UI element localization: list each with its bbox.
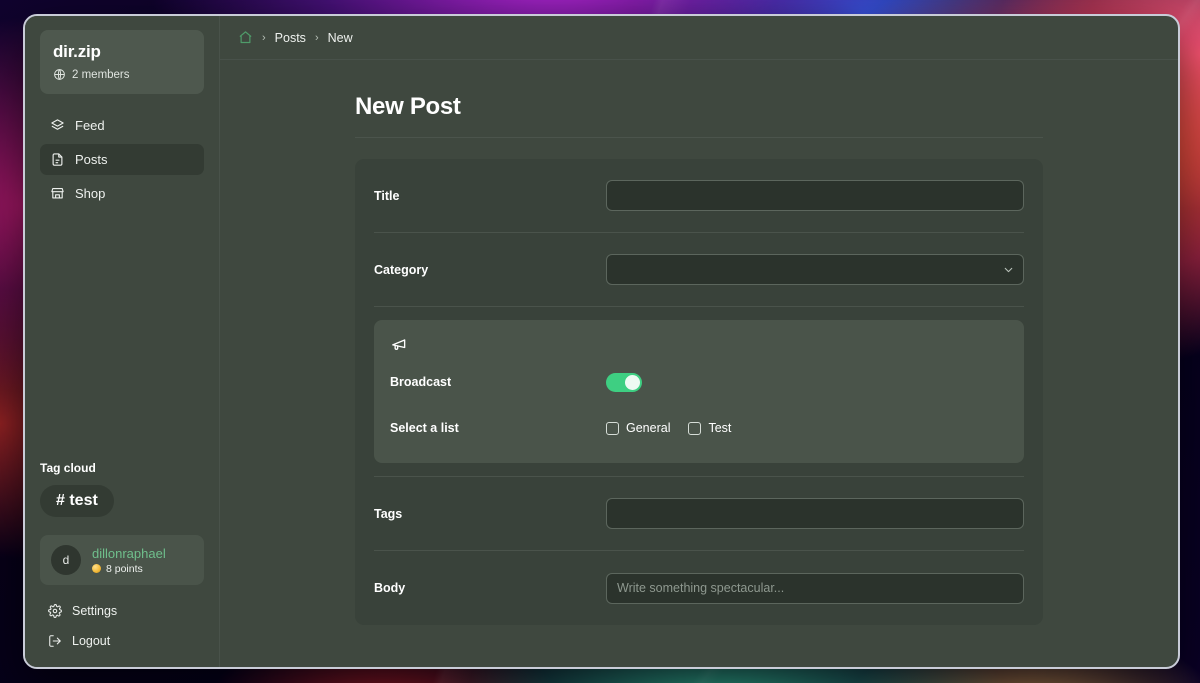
user-points-label: 8 points (106, 562, 143, 575)
sidebar-item-shop[interactable]: Shop (40, 178, 204, 209)
category-select[interactable] (606, 254, 1024, 285)
user-card[interactable]: d dillonraphael 8 points (40, 535, 204, 585)
org-members: 2 members (53, 68, 191, 81)
sidebar-footer: Settings Logout (40, 599, 204, 653)
category-select-wrap (606, 254, 1024, 285)
form-row-category: Category (374, 233, 1024, 307)
document-icon (50, 152, 65, 167)
sidebar: dir.zip 2 members Feed Posts Shop Tag cl… (25, 16, 220, 667)
tags-label: Tags (374, 506, 403, 521)
app-window: dir.zip 2 members Feed Posts Shop Tag cl… (23, 14, 1180, 669)
tags-control (606, 498, 1024, 529)
sidebar-item-label: Feed (75, 118, 105, 133)
org-name: dir.zip (53, 42, 101, 61)
checkbox-test[interactable]: Test (688, 421, 731, 435)
user-points: 8 points (92, 563, 166, 575)
content-scroll-area[interactable]: New Post Title Category Broadcast Select… (220, 60, 1178, 667)
sidebar-item-feed[interactable]: Feed (40, 110, 204, 141)
category-label: Category (374, 262, 429, 277)
breadcrumb-separator: › (314, 31, 319, 44)
sidebar-footer-label: Settings (72, 604, 118, 618)
title-label: Title (374, 188, 400, 203)
broadcast-label: Broadcast (390, 375, 452, 389)
body-label: Body (374, 581, 406, 595)
globe-icon (53, 68, 66, 81)
broadcast-toggle-control (606, 372, 1008, 392)
breadcrumb: › Posts › New (220, 16, 1178, 60)
select-list-label: Select a list (390, 421, 459, 435)
megaphone-icon (390, 336, 409, 355)
main-content: › Posts › New New Post Title Category Br… (220, 16, 1178, 667)
form-row-broadcast: Broadcast Select a list General Test (374, 307, 1024, 477)
logout-icon (48, 634, 62, 648)
broadcast-panel: Broadcast Select a list General Test (374, 320, 1024, 463)
sidebar-nav: Feed Posts Shop (40, 110, 204, 209)
form-row-body: Body (374, 551, 1024, 625)
breadcrumb-item-new[interactable]: New (328, 31, 353, 45)
breadcrumb-separator: › (262, 31, 266, 44)
broadcast-toggle-line: Broadcast (390, 367, 1008, 397)
page-title: New Post (355, 93, 461, 120)
sidebar-item-settings[interactable]: Settings (40, 599, 204, 623)
sidebar-item-label: Shop (75, 186, 106, 201)
avatar: d (51, 545, 81, 575)
checkbox-box[interactable] (606, 421, 619, 435)
tag-cloud-title: Tag cloud (40, 461, 96, 475)
sidebar-item-label: Posts (75, 152, 108, 167)
layers-icon (50, 118, 65, 133)
store-icon (50, 186, 65, 201)
coin-icon (92, 564, 101, 573)
body-input[interactable] (606, 572, 1024, 604)
gear-icon (48, 604, 62, 618)
checkbox-label: Test (708, 421, 732, 435)
tag-pill-test[interactable]: # test (40, 485, 114, 517)
title-control (606, 180, 1024, 211)
user-info: dillonraphael 8 points (92, 546, 166, 575)
checkbox-general[interactable]: General (606, 421, 670, 435)
toggle-knob (625, 374, 640, 390)
title-input[interactable] (606, 180, 1024, 211)
broadcast-toggle[interactable] (606, 372, 642, 392)
category-control (606, 254, 1024, 285)
tags-input[interactable] (606, 498, 1024, 529)
tag-cloud-section: Tag cloud # test (40, 461, 204, 535)
org-card[interactable]: dir.zip 2 members (40, 30, 204, 94)
sidebar-item-posts[interactable]: Posts (40, 144, 204, 175)
sidebar-footer-label: Logout (72, 634, 111, 648)
new-post-form: Title Category Broadcast Select a list G… (355, 159, 1043, 625)
form-row-title: Title (374, 159, 1024, 233)
broadcast-list-control: General Test (606, 421, 1008, 435)
page-header: New Post (355, 93, 1043, 138)
body-control (606, 572, 1024, 604)
user-name: dillonraphael (92, 545, 166, 561)
sidebar-item-logout[interactable]: Logout (40, 629, 204, 653)
broadcast-list-line: Select a list General Test (390, 413, 1008, 443)
checkbox-box[interactable] (688, 421, 702, 435)
breadcrumb-item-posts[interactable]: Posts (275, 31, 306, 45)
checkbox-label: General (626, 421, 671, 435)
form-row-tags: Tags (374, 477, 1024, 551)
org-members-label: 2 members (72, 68, 130, 81)
home-icon[interactable] (238, 30, 253, 45)
